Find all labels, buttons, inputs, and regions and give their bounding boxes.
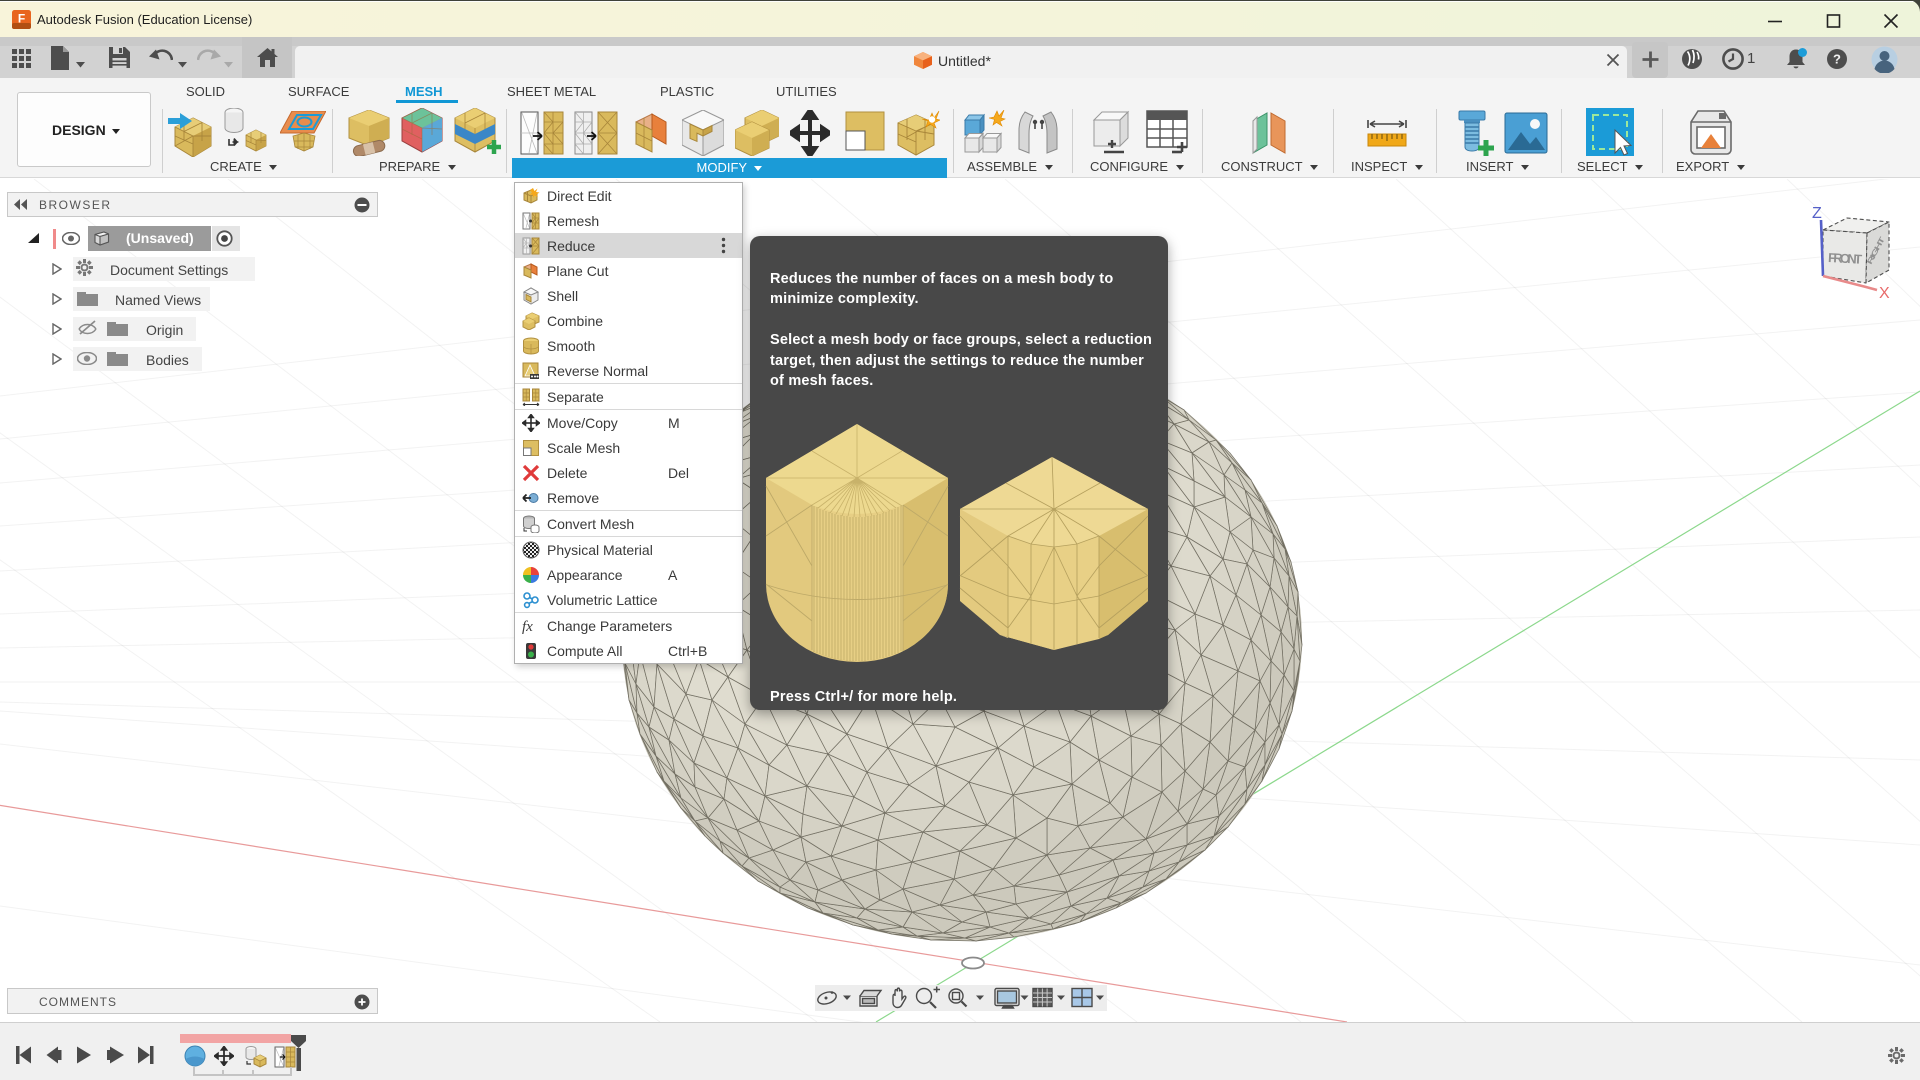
svg-text:fx: fx (522, 619, 533, 635)
svg-text:?: ? (1833, 52, 1841, 67)
svg-text:FRONT: FRONT (1828, 250, 1863, 267)
svg-text:F: F (18, 12, 25, 26)
svg-text:X: X (1879, 285, 1890, 302)
svg-text:Z: Z (1812, 205, 1822, 222)
